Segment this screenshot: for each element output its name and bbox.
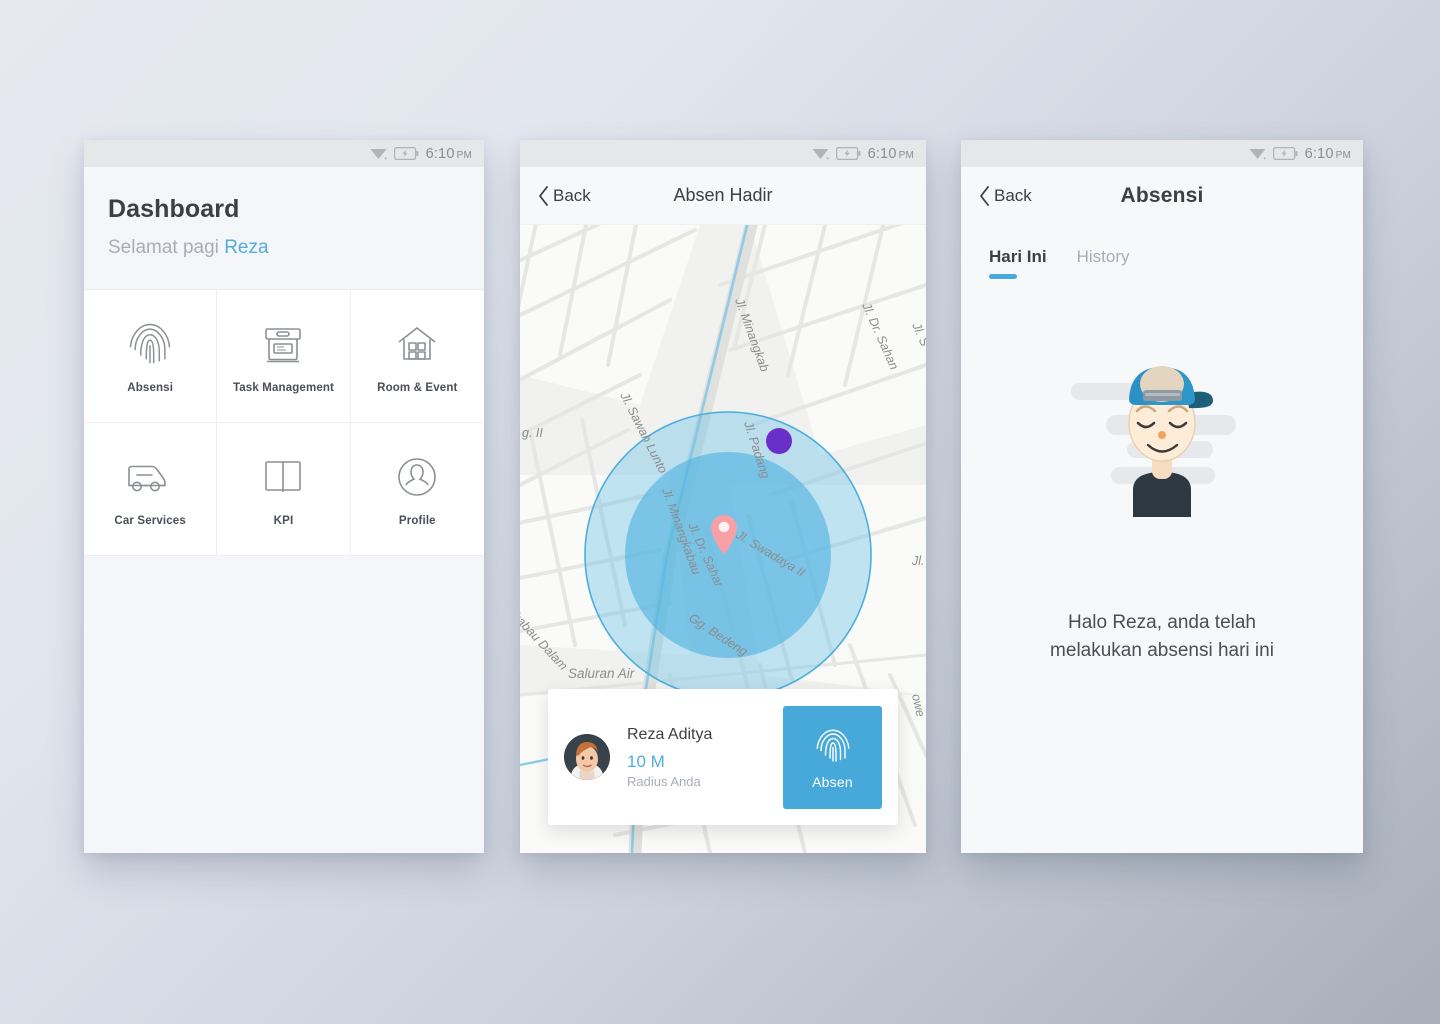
menu-item-task-management[interactable]: Task Management: [217, 290, 351, 423]
absen-button-label: Absen: [812, 773, 853, 790]
status-message-line1: Halo Reza, anda telah: [1067, 612, 1256, 634]
time-ampm: PM: [456, 149, 472, 161]
phone-screen-dashboard: 6:10 PM Dashboard Selamat pagi Reza Absen…: [84, 140, 484, 853]
status-bar-time: 6:10 PM: [868, 146, 914, 162]
user-name: Reza Aditya: [627, 725, 713, 743]
greeting-username: Reza: [224, 237, 269, 258]
location-info: Reza Aditya 10 M Radius Anda: [627, 726, 783, 789]
status-bar: 6:10 PM: [84, 140, 484, 167]
menu-item-label: Absensi: [127, 382, 174, 394]
menu-item-kpi[interactable]: KPI: [217, 423, 351, 556]
tab-active-underline: [989, 274, 1017, 279]
wifi-icon: [812, 148, 829, 159]
time-ampm: PM: [898, 149, 914, 161]
dashboard-empty-area: [84, 556, 484, 853]
van-icon: [124, 451, 176, 503]
menu-item-label: KPI: [273, 515, 294, 527]
svg-text:Saluran Air: Saluran Air: [568, 666, 635, 681]
time-value: 6:10: [867, 145, 897, 162]
dashboard-menu-grid: Absensi Task Management Room & Event Car…: [84, 290, 484, 556]
person-with-cap-illustration: [1071, 366, 1236, 518]
tab-history[interactable]: History: [1077, 247, 1130, 279]
status-bar: 6:10 PM: [520, 140, 926, 167]
radius-value: 10 M: [627, 751, 665, 771]
absensi-body: Hari Ini History Halo Reza, anda telah m…: [961, 225, 1363, 853]
chevron-left-icon: [539, 185, 548, 206]
tab-hari-ini[interactable]: Hari Ini: [989, 247, 1047, 279]
back-label: Back: [994, 186, 1032, 205]
greeting-text: Selamat pagi Reza: [108, 237, 460, 259]
tab-label: History: [1076, 247, 1130, 266]
status-bar-time: 6:10 PM: [1305, 146, 1351, 162]
open-book-icon: [261, 451, 305, 503]
page-title: Dashboard: [108, 195, 240, 223]
time-value: 6:10: [1304, 145, 1334, 162]
status-hero: Halo Reza, anda telah melakukan absensi …: [961, 279, 1363, 853]
back-label: Back: [553, 185, 591, 205]
battery-charging-icon: [393, 147, 419, 160]
battery-charging-icon: [1272, 147, 1298, 160]
navbar: Back Absensi: [961, 167, 1363, 225]
radius-caption: Radius Anda: [627, 773, 701, 789]
menu-item-car-services[interactable]: Car Services: [84, 423, 218, 556]
archive-box-icon: [259, 318, 307, 370]
status-bar: 6:10 PM: [961, 140, 1363, 167]
menu-item-label: Car Services: [114, 515, 186, 527]
menu-item-label: Task Management: [232, 382, 335, 394]
chevron-left-icon: [980, 186, 989, 206]
map-view[interactable]: Jl. Sawah Lunto Jl. Minangkab Jl. Dr. Sa…: [520, 225, 926, 853]
wifi-icon: [1249, 148, 1266, 159]
phone-screen-absen-hadir: 6:10 PM Back Absen Hadir Jl. Sawah Lunto…: [520, 140, 926, 853]
wifi-icon: [370, 148, 387, 159]
time-value: 6:10: [425, 145, 455, 162]
svg-text:g. II: g. II: [522, 426, 543, 440]
navbar: Back Absen Hadir: [520, 167, 926, 225]
back-button[interactable]: Back: [538, 186, 591, 206]
avatar-photo: [564, 734, 610, 780]
svg-text:Jl.: Jl.: [911, 554, 925, 568]
status-message: Halo Reza, anda telah melakukan absensi …: [1050, 609, 1274, 664]
menu-item-label: Profile: [398, 515, 436, 527]
purple-dot-marker: [766, 428, 792, 454]
fingerprint-icon: [124, 318, 176, 370]
status-message-line2: melakukan absensi hari ini: [1050, 640, 1274, 661]
greeting-prefix: Selamat pagi: [108, 237, 225, 258]
status-bar-time: 6:10 PM: [426, 146, 472, 162]
battery-charging-icon: [835, 147, 861, 160]
menu-item-label: Room & Event: [377, 382, 458, 394]
menu-item-room-event[interactable]: Room & Event: [350, 290, 484, 423]
menu-item-absensi[interactable]: Absensi: [84, 290, 218, 423]
location-card: Reza Aditya 10 M Radius Anda Absen: [548, 689, 898, 825]
tab-label: Hari Ini: [989, 247, 1047, 266]
phone-screen-absensi: 6:10 PM Back Absensi Hari Ini History Ha…: [961, 140, 1363, 853]
dashboard-header: Dashboard Selamat pagi Reza: [84, 167, 484, 290]
tab-bar: Hari Ini History: [961, 225, 1363, 279]
house-icon: [393, 318, 441, 370]
menu-item-profile[interactable]: Profile: [350, 423, 484, 556]
time-ampm: PM: [1335, 149, 1351, 161]
user-circle-icon: [394, 451, 440, 503]
avatar: [564, 734, 610, 780]
back-button[interactable]: Back: [979, 186, 1032, 206]
absen-button[interactable]: Absen: [783, 705, 882, 809]
fingerprint-icon: [816, 729, 849, 762]
